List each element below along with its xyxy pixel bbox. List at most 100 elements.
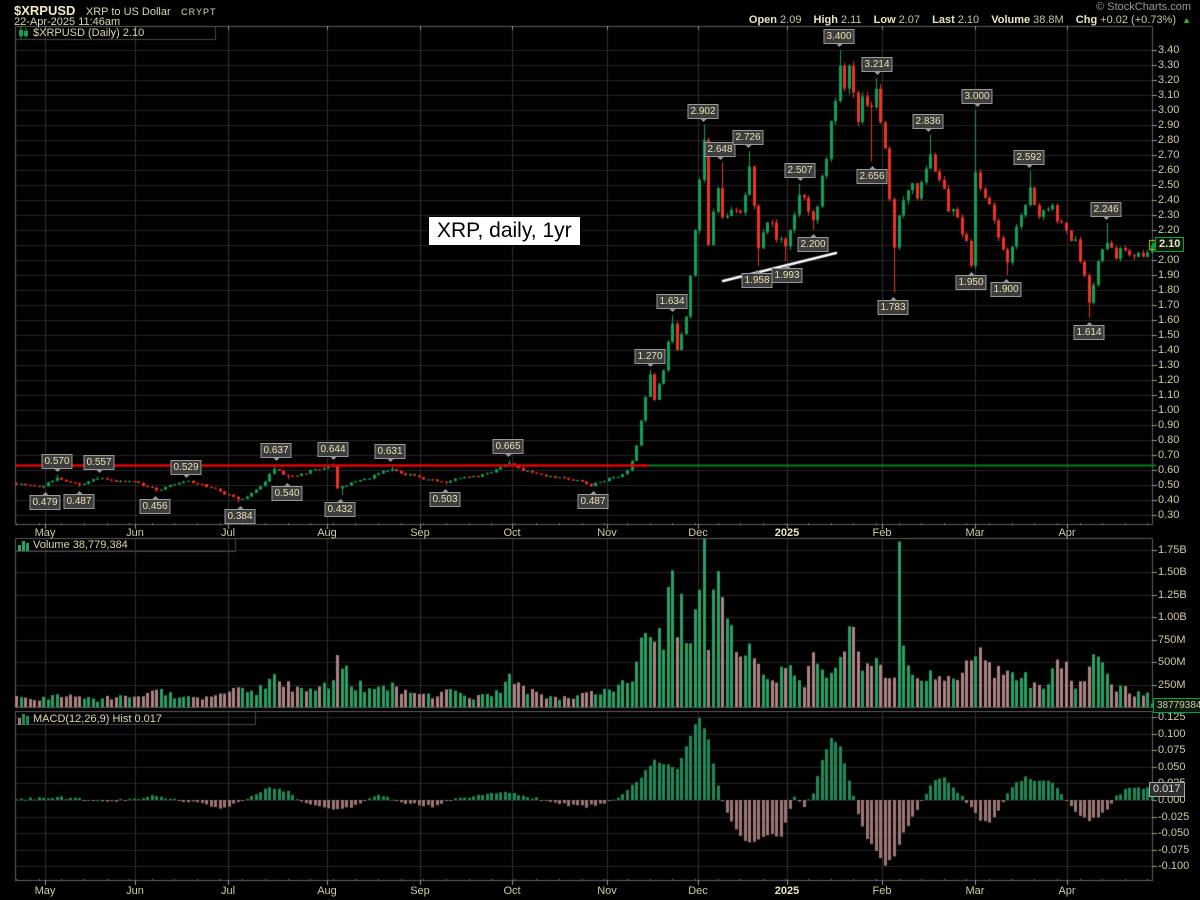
price-annotation: 2.246: [1090, 202, 1121, 217]
price-axis-tick: 0.90: [1158, 419, 1179, 432]
price-axis-tick: 0.30: [1158, 509, 1179, 522]
price-annotation: 1.783: [877, 300, 908, 315]
price-annotation: 2.648: [704, 142, 735, 157]
volume-axis-tick: 1.50B: [1158, 566, 1187, 579]
low-value: 2.07: [899, 14, 920, 26]
month-label: Oct: [503, 527, 520, 539]
price-annotation: 0.384: [224, 509, 255, 524]
month-label: Dec: [688, 527, 708, 539]
price-annotation: 1.993: [771, 268, 802, 283]
chg-label: Chg: [1076, 14, 1097, 26]
price-axis-tick: 0.40: [1158, 494, 1179, 507]
price-annotation: 1.634: [656, 294, 687, 309]
price-axis-tick: 1.80: [1158, 284, 1179, 297]
price-axis-tick: 0.60: [1158, 464, 1179, 477]
price-axis-tick: 2.40: [1158, 194, 1179, 207]
price-axis-tick: 1.00: [1158, 404, 1179, 417]
price-panel-legend: $XRPUSD (Daily) 2.10: [18, 27, 144, 39]
price-annotation: 2.507: [784, 163, 815, 178]
chg-up-icon: ▲: [1182, 15, 1191, 25]
price-axis-tick: 2.50: [1158, 179, 1179, 192]
macd-axis-tick: 0.075: [1158, 744, 1186, 757]
month-label: 2025: [775, 885, 799, 897]
price-axis-tick: 3.40: [1158, 44, 1179, 57]
high-value: 2.11: [841, 14, 862, 26]
macd-axis-tick: -0.075: [1158, 844, 1189, 857]
price-annotation: 2.200: [797, 237, 828, 252]
price-axis-tick: 1.10: [1158, 389, 1179, 402]
low-label: Low: [874, 14, 896, 26]
copyright-link[interactable]: © StockCharts.com: [1096, 1, 1191, 13]
price-axis-tick: 1.60: [1158, 314, 1179, 327]
volume-axis-tick: 1.00B: [1158, 611, 1187, 624]
month-label: Sep: [410, 527, 430, 539]
month-label: Mar: [966, 527, 985, 539]
volume-axis-tick: 250M: [1158, 679, 1186, 692]
price-axis-tick: 1.90: [1158, 269, 1179, 282]
price-axis-tick: 3.30: [1158, 59, 1179, 72]
price-axis-tick: 2.70: [1158, 149, 1179, 162]
price-annotation: 2.902: [687, 104, 718, 119]
price-annotation: 0.479: [29, 495, 60, 510]
macd-legend-label: MACD(12,26,9) Hist 0.017: [33, 713, 162, 725]
month-label: Apr: [1058, 885, 1075, 897]
volume-axis-tick: 750M: [1158, 634, 1186, 647]
month-label: Jun: [126, 885, 144, 897]
macd-axis-tick: -0.050: [1158, 827, 1189, 840]
price-annotation: 0.503: [429, 492, 460, 507]
price-annotation: 0.432: [324, 502, 355, 517]
volume-badge: 38779384: [1153, 698, 1200, 713]
macd-panel-legend: MACD(12,26,9) Hist 0.017: [18, 713, 162, 725]
month-label: Dec: [688, 885, 708, 897]
chg-value: +0.02 (+0.73%): [1100, 14, 1176, 26]
volume-axis-tick: 1.75B: [1158, 544, 1187, 557]
month-label: Mar: [966, 885, 985, 897]
open-label: Open: [749, 14, 777, 26]
month-label: Jul: [221, 885, 235, 897]
month-label: Nov: [597, 527, 617, 539]
price-axis-tick: 0.50: [1158, 479, 1179, 492]
last-label: Last: [932, 14, 955, 26]
price-annotation: 2.656: [856, 169, 887, 184]
high-label: High: [814, 14, 838, 26]
price-axis-tick: 1.40: [1158, 344, 1179, 357]
price-annotation: 1.614: [1073, 325, 1104, 340]
volume-axis-tick: 500M: [1158, 656, 1186, 669]
macd-axis-tick: 0.050: [1158, 761, 1186, 774]
macd-axis-tick: 0.100: [1158, 728, 1186, 741]
price-annotation: 3.400: [823, 29, 854, 44]
volume-panel-legend: Volume 38,779,384: [18, 539, 128, 551]
month-label: May: [35, 885, 56, 897]
chart-canvas[interactable]: [0, 0, 1200, 900]
price-annotation: 0.665: [492, 439, 523, 454]
price-axis-tick: 2.20: [1158, 224, 1179, 237]
price-annotation: 2.592: [1013, 150, 1044, 165]
macd-axis-tick: -0.025: [1158, 811, 1189, 824]
price-annotation: 1.270: [634, 349, 665, 364]
volume-axis-tick: 1.25B: [1158, 589, 1187, 602]
price-axis-tick: 1.30: [1158, 359, 1179, 372]
price-axis-tick: 3.20: [1158, 74, 1179, 87]
month-label: Jul: [221, 527, 235, 539]
open-value: 2.09: [780, 14, 801, 26]
quote-summary-row: Open2.09 High2.11 Low2.07 Last2.10 Volum…: [740, 14, 1191, 26]
month-label: Feb: [873, 885, 892, 897]
price-annotation: 0.540: [271, 486, 302, 501]
volume-legend-label: Volume 38,779,384: [33, 539, 128, 551]
price-annotation: 3.214: [861, 57, 892, 72]
price-annotation: 0.570: [41, 454, 72, 469]
volume-label: Volume: [991, 14, 1030, 26]
month-label: Aug: [317, 527, 337, 539]
chart-note-box[interactable]: XRP, daily, 1yr: [428, 216, 581, 246]
price-annotation: 0.487: [63, 494, 94, 509]
price-legend-label: $XRPUSD (Daily) 2.10: [33, 27, 144, 39]
price-axis-tick: 2.30: [1158, 209, 1179, 222]
last-price-badge: 2.10: [1155, 237, 1184, 252]
price-annotation: 1.950: [955, 275, 986, 290]
month-label: May: [35, 527, 56, 539]
price-axis-tick: 2.00: [1158, 254, 1179, 267]
price-axis-tick: 1.70: [1158, 299, 1179, 312]
month-label: 2025: [775, 527, 799, 539]
macd-axis-tick: -0.100: [1158, 860, 1189, 873]
price-axis-tick: 0.80: [1158, 434, 1179, 447]
